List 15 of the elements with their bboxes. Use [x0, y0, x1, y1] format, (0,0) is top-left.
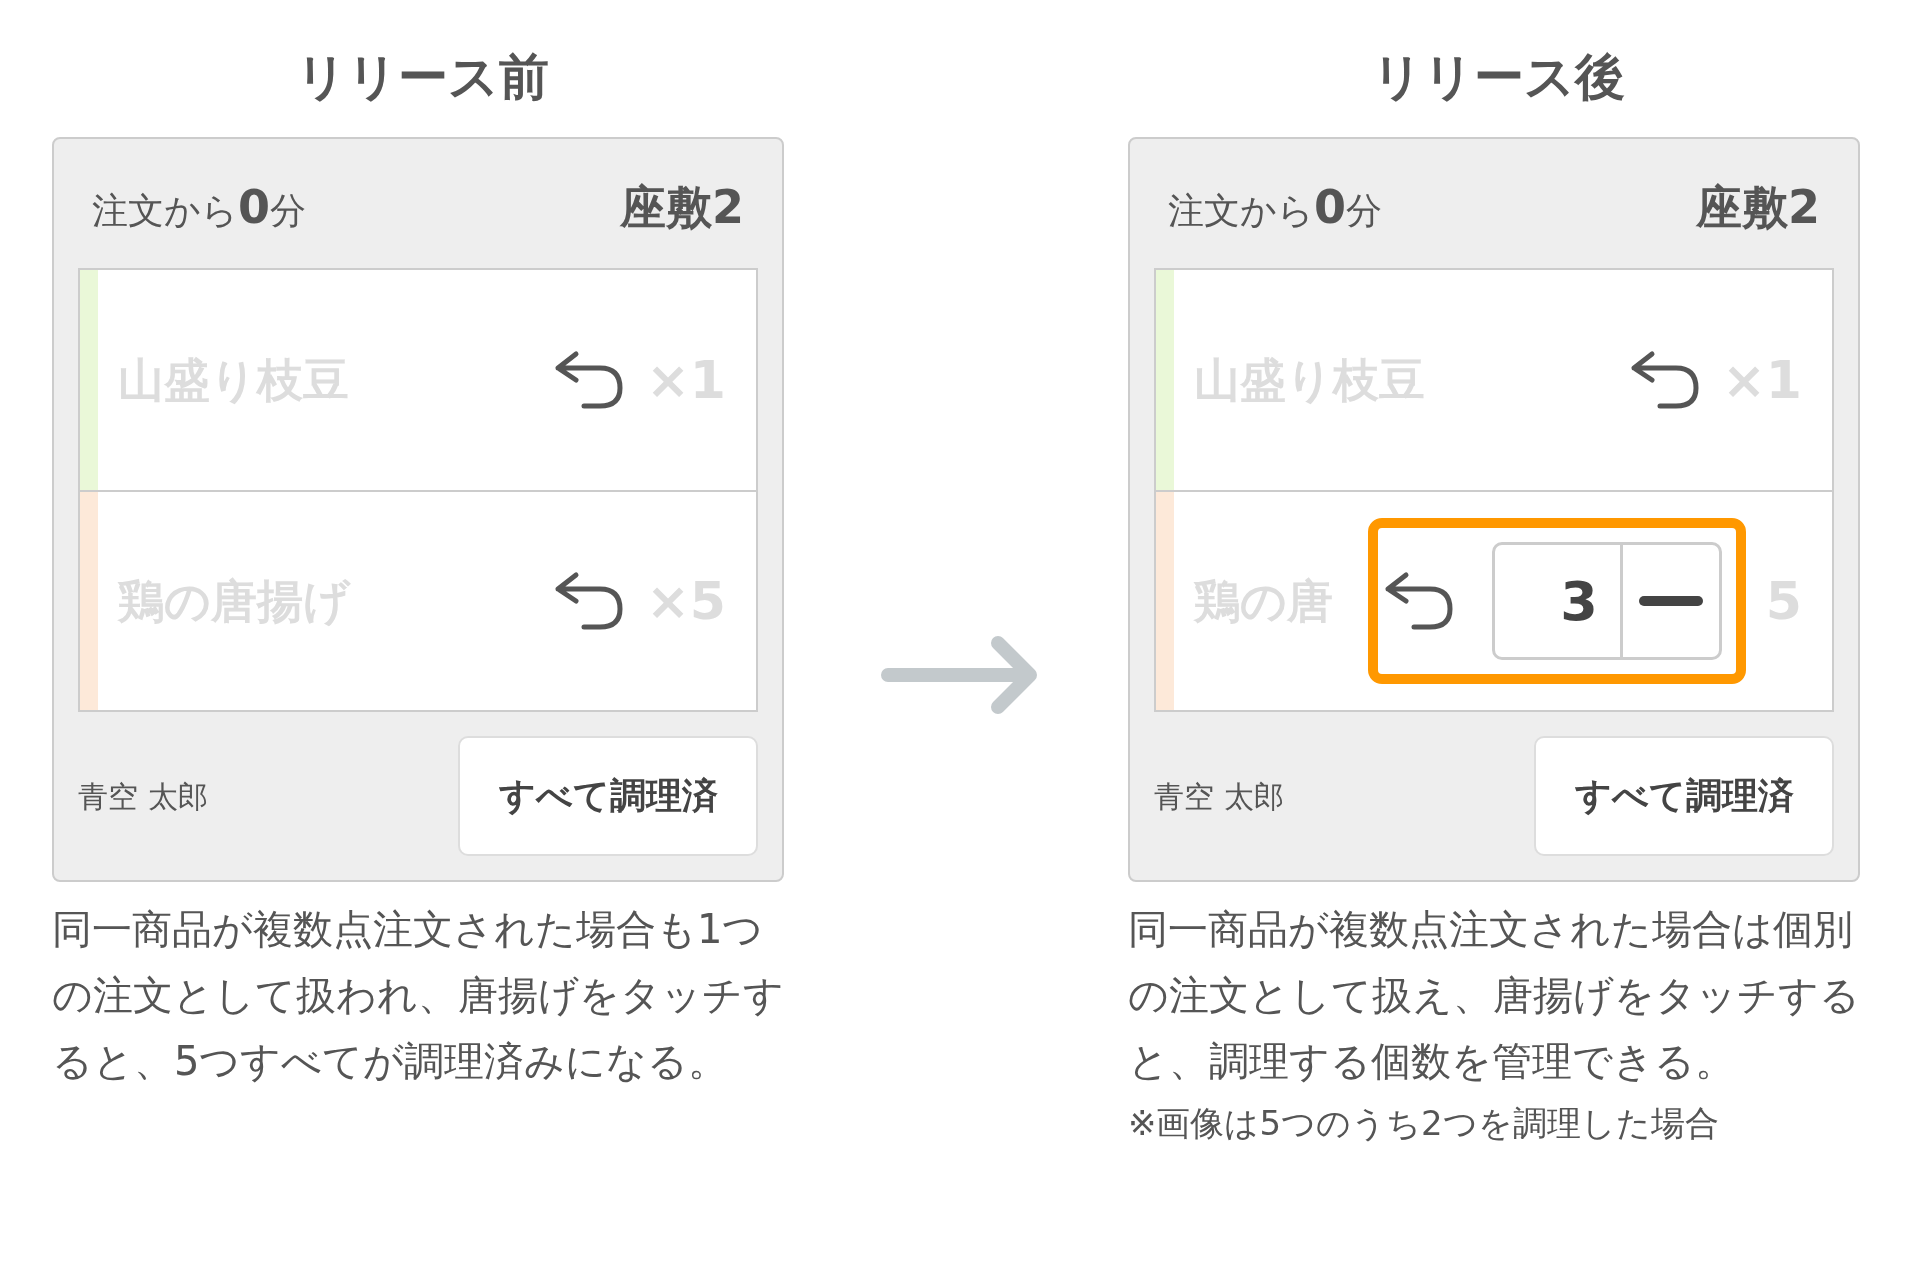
right-arrow-icon	[880, 634, 1040, 715]
all-done-button[interactable]: すべて調理済	[458, 736, 758, 856]
panel-title: リリース後	[1370, 47, 1626, 108]
minus-icon	[1638, 596, 1703, 606]
footnote: ※画像は5つのうち2つを調理した場合	[1128, 1102, 1720, 1145]
caption: 同一商品が複数点注文された場合も1つの注文として扱われ、唐揚げをタッチすると、5つすべてが調理済みになる。	[52, 905, 785, 1086]
staff-name: 青空 太郎	[78, 777, 208, 816]
panel-title: リリース前	[294, 47, 550, 108]
staff-name: 青空 太郎	[1154, 777, 1284, 816]
table-name: 座敷2	[1696, 179, 1820, 236]
table-name: 座敷2	[620, 179, 744, 236]
all-done-button[interactable]: すべて調理済	[1534, 736, 1834, 856]
elapsed-time: 注文から 0分	[92, 179, 306, 236]
caption: 同一商品が複数点注文された場合は個別の注文として扱え、唐揚げをタッチすると、調理する個数を管理できる。	[1128, 905, 1861, 1086]
elapsed-time: 注文から 0分	[1168, 179, 1382, 236]
